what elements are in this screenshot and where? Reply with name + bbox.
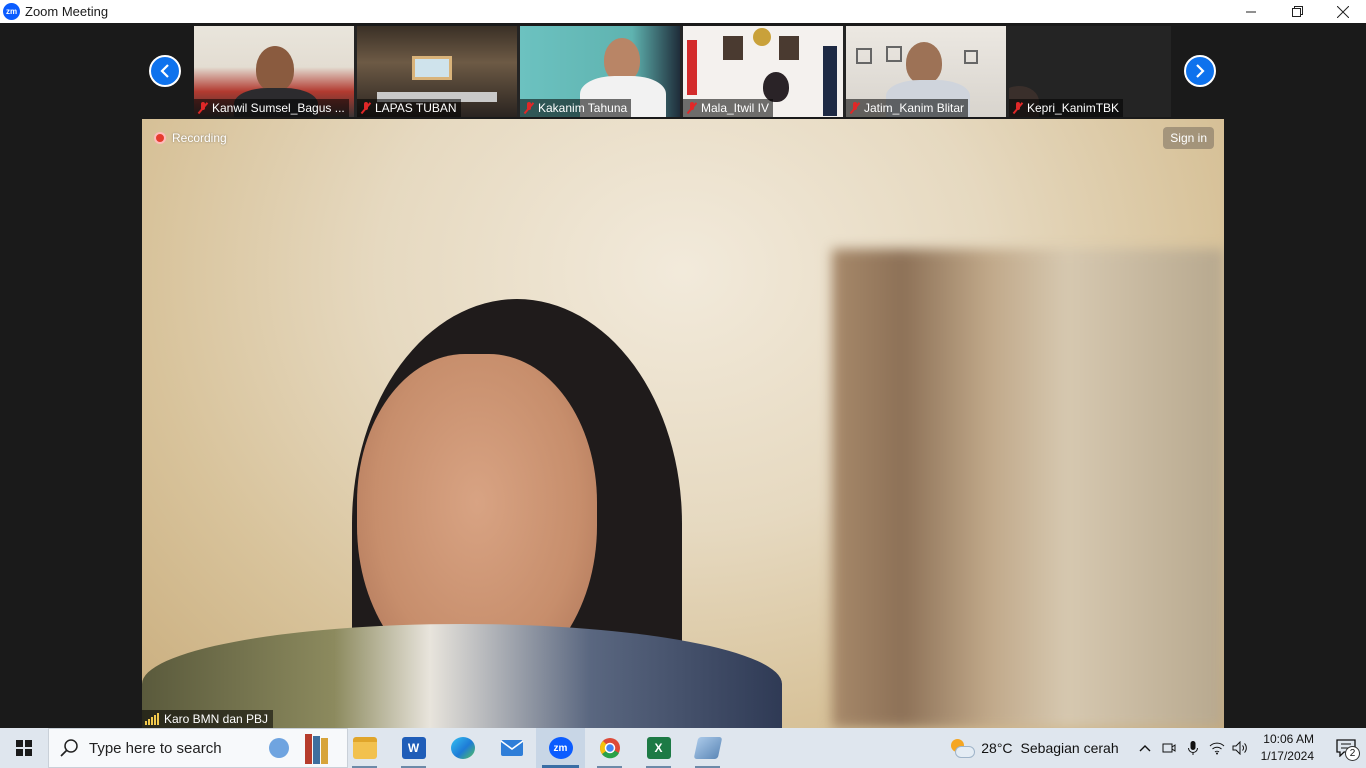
wifi-icon [1209,742,1224,755]
active-speaker-video[interactable]: Recording Sign in Karo BMN dan PBJ [142,119,1224,728]
weather-condition: Sebagian cerah [1020,740,1119,756]
participant-name: Kakanim Tahuna [538,101,628,115]
network-button[interactable] [1205,728,1229,768]
participant-tile[interactable]: Kakanim Tahuna [520,26,680,117]
taskbar-app-other[interactable] [683,728,732,768]
clock-time: 10:06 AM [1263,732,1314,746]
minimize-icon [1246,11,1256,12]
zoom-app-icon: zm [3,3,20,20]
participant-name-bar: Kakanim Tahuna [520,99,632,117]
weather-widget[interactable]: 28°C Sebagian cerah [949,738,1119,758]
excel-icon: X [646,737,671,759]
participant-tile[interactable]: Kanwil Sumsel_Bagus ... [194,26,354,117]
notification-count-badge: 2 [1345,746,1360,761]
camera-icon [1162,743,1176,753]
restore-button[interactable] [1274,0,1320,23]
taskbar: Type here to search W zm X 28°C Sebagian… [0,728,1366,768]
participant-name-bar: Kepri_KanimTBK [1009,99,1124,117]
chevron-up-icon [1139,745,1151,752]
taskbar-app-word[interactable]: W [389,728,438,768]
microphone-icon [1187,741,1198,755]
taskbar-app-edge[interactable] [438,728,487,768]
participant-name: Kanwil Sumsel_Bagus ... [212,101,345,115]
microphone-button[interactable] [1181,728,1205,768]
notifications-button[interactable]: 2 [1326,728,1366,768]
signal-strength-icon [145,713,159,725]
meeting-area: Kanwil Sumsel_Bagus ... LAPAS TUBAN Kaka… [0,23,1366,728]
chevron-right-icon [1196,64,1205,78]
participant-name: Mala_Itwil IV [701,101,770,115]
meet-now-button[interactable] [1157,728,1181,768]
chrome-icon [599,738,620,759]
zoom-icon: zm [548,737,573,759]
taskbar-app-mail[interactable] [487,728,536,768]
muted-mic-icon [524,102,534,114]
taskbar-clock[interactable]: 10:06 AM 1/17/2024 [1261,731,1314,765]
recording-indicator[interactable]: Recording [154,131,227,145]
active-speaker-name-bar: Karo BMN dan PBJ [142,710,274,728]
participant-tile[interactable]: Mala_Itwil IV [683,26,843,117]
close-icon [1337,5,1349,18]
participant-name-bar: LAPAS TUBAN [357,99,461,117]
taskbar-app-zoom[interactable]: zm [536,728,585,768]
participant-name-bar: Mala_Itwil IV [683,99,774,117]
close-button[interactable] [1320,0,1366,23]
title-bar: zm Zoom Meeting [0,0,1366,23]
participant-tile[interactable]: Jatim_Kanim Blitar [846,26,1006,117]
show-hidden-icons-button[interactable] [1133,728,1157,768]
word-icon: W [401,737,426,759]
participant-tile[interactable]: Kepri_KanimTBK [1009,26,1171,117]
participant-name: Kepri_KanimTBK [1027,101,1120,115]
muted-mic-icon [687,102,697,114]
weather-temp: 28°C [981,740,1013,756]
window-title: Zoom Meeting [25,4,109,19]
restore-icon [1291,6,1303,17]
app-icon [693,737,722,759]
search-placeholder: Type here to search [89,739,222,757]
participant-strip: Kanwil Sumsel_Bagus ... LAPAS TUBAN Kaka… [194,26,1171,117]
edge-icon [450,737,475,759]
participant-name-bar: Jatim_Kanim Blitar [846,99,969,117]
next-page-button[interactable] [1184,55,1216,87]
partly-sunny-icon [949,738,976,758]
search-highlight-icon [265,734,335,766]
windows-icon [16,740,32,756]
background-blur [832,249,1224,728]
folder-icon [352,737,377,759]
mail-icon [500,740,523,756]
active-speaker-name: Karo BMN dan PBJ [164,712,269,726]
muted-mic-icon [850,102,860,114]
taskbar-app-file-explorer[interactable] [340,728,389,768]
clock-date: 1/17/2024 [1260,749,1314,763]
start-button[interactable] [0,728,48,768]
recording-icon [154,132,166,144]
speaker-icon [1232,741,1247,755]
recording-label: Recording [172,131,227,145]
muted-mic-icon [361,102,371,114]
chevron-left-icon [160,64,169,78]
participant-tile[interactable]: LAPAS TUBAN [357,26,517,117]
volume-button[interactable] [1229,728,1253,768]
muted-mic-icon [198,102,208,114]
participant-name: Jatim_Kanim Blitar [864,101,965,115]
sign-in-button[interactable]: Sign in [1163,127,1214,149]
muted-mic-icon [1013,102,1023,114]
participant-name: LAPAS TUBAN [375,101,457,115]
taskbar-app-chrome[interactable] [585,728,634,768]
previous-page-button[interactable] [149,55,181,87]
search-icon [60,739,78,757]
taskbar-app-excel[interactable]: X [634,728,683,768]
minimize-button[interactable] [1228,0,1274,23]
system-tray: 28°C Sebagian cerah 10:06 AM 1/17/2024 2 [949,728,1366,768]
participant-name-bar: Kanwil Sumsel_Bagus ... [194,99,349,117]
